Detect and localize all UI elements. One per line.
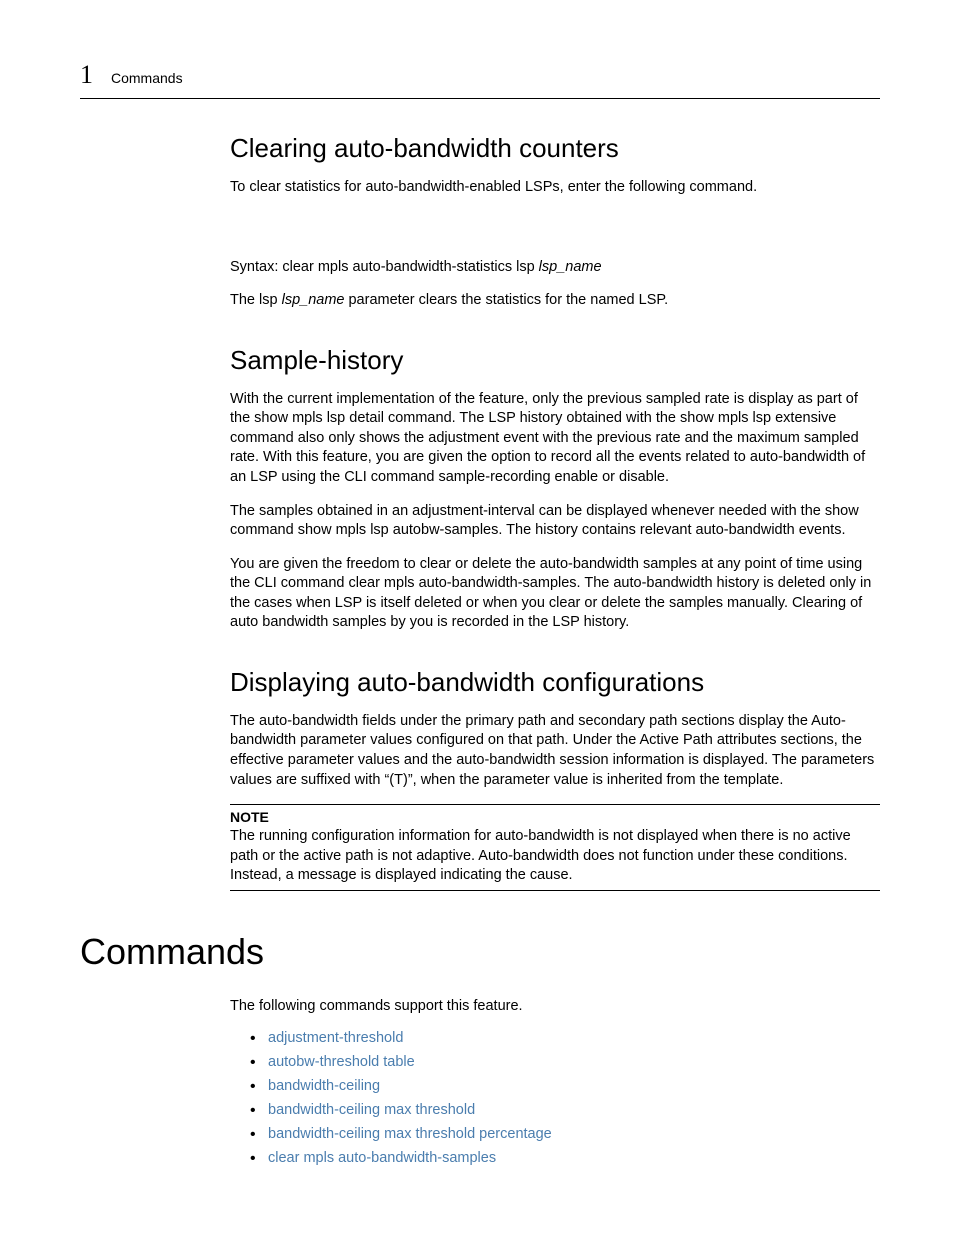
heading-commands: Commands — [80, 931, 880, 973]
link-bandwidth-ceiling[interactable]: bandwidth-ceiling — [250, 1078, 880, 1094]
note-rule-bottom — [230, 890, 880, 891]
para-sh-3: You are given the freedom to clear or de… — [230, 555, 880, 633]
para-clearing-intro: To clear statistics for auto-bandwidth-e… — [230, 178, 880, 198]
para-sh-2: The samples obtained in an adjustment-in… — [230, 502, 880, 541]
note-block: NOTE The running configuration informati… — [230, 804, 880, 891]
note-body: The running configuration information fo… — [230, 827, 880, 886]
syntax-arg: lsp_name — [539, 259, 602, 275]
explain-pre: The lsp — [230, 292, 282, 308]
command-link-list: adjustment-threshold autobw-threshold ta… — [250, 1030, 880, 1166]
link-bandwidth-ceiling-max-threshold[interactable]: bandwidth-ceiling max threshold — [250, 1102, 880, 1118]
link-adjustment-threshold[interactable]: adjustment-threshold — [250, 1030, 880, 1046]
page-header: 1 Commands — [80, 60, 880, 90]
explain-arg: lsp_name — [282, 292, 345, 308]
heading-displaying-autobw: Displaying auto-bandwidth configurations — [230, 667, 880, 698]
link-autobw-threshold-table[interactable]: autobw-threshold table — [250, 1054, 880, 1070]
para-dab-1: The auto-bandwidth fields under the prim… — [230, 712, 880, 790]
para-sh-1: With the current implementation of the f… — [230, 390, 880, 488]
header-section: Commands — [111, 70, 183, 86]
heading-clearing-autobw: Clearing auto-bandwidth counters — [230, 133, 880, 164]
link-clear-mpls-auto-bandwidth-samples[interactable]: clear mpls auto-bandwidth-samples — [250, 1150, 880, 1166]
para-commands-intro: The following commands support this feat… — [230, 997, 880, 1017]
syntax-explain: The lsp lsp_name parameter clears the st… — [230, 291, 880, 311]
syntax-line: Syntax: clear mpls auto-bandwidth-statis… — [230, 258, 880, 278]
note-label: NOTE — [230, 809, 880, 825]
header-rule — [80, 98, 880, 99]
explain-post: parameter clears the statistics for the … — [344, 292, 668, 308]
note-rule-top — [230, 804, 880, 805]
chapter-number: 1 — [80, 60, 93, 90]
link-bandwidth-ceiling-max-threshold-percentage[interactable]: bandwidth-ceiling max threshold percenta… — [250, 1126, 880, 1142]
syntax-prefix: Syntax: clear mpls auto-bandwidth-statis… — [230, 259, 539, 275]
heading-sample-history: Sample-history — [230, 345, 880, 376]
